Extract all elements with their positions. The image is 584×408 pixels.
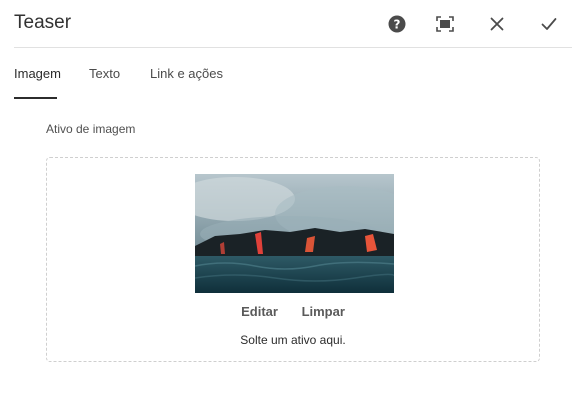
image-thumbnail xyxy=(195,174,394,293)
cancel-button[interactable] xyxy=(485,12,509,36)
tab-imagem[interactable]: Imagem xyxy=(14,66,61,81)
tab-texto[interactable]: Texto xyxy=(89,66,120,81)
close-icon xyxy=(490,17,504,31)
dialog-title: Teaser xyxy=(14,12,72,33)
dialog-header: Teaser ? xyxy=(0,0,584,48)
fullscreen-icon xyxy=(436,16,454,32)
drop-hint: Solte um ativo aqui. xyxy=(240,333,346,347)
clear-button[interactable]: Limpar xyxy=(302,304,345,319)
image-asset-label: Ativo de imagem xyxy=(46,122,136,136)
edit-button[interactable]: Editar xyxy=(241,304,278,319)
help-button[interactable]: ? xyxy=(385,12,409,36)
help-icon: ? xyxy=(388,15,406,33)
active-tab-indicator xyxy=(14,97,57,99)
check-icon xyxy=(541,17,557,31)
header-divider xyxy=(14,47,572,48)
image-actions: Editar Limpar xyxy=(47,304,539,319)
confirm-button[interactable] xyxy=(537,12,561,36)
tab-link-e-acoes[interactable]: Link e ações xyxy=(150,66,223,81)
fullscreen-button[interactable] xyxy=(433,12,457,36)
image-dropzone[interactable]: Editar Limpar Solte um ativo aqui. xyxy=(46,157,540,362)
svg-text:?: ? xyxy=(394,17,401,31)
